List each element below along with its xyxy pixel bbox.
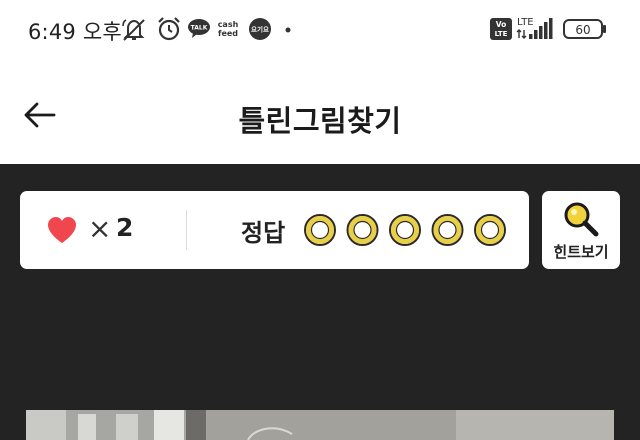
- yogiyo-icon: 요기요: [249, 18, 271, 40]
- app-bar: 틀린그림찾기: [0, 60, 640, 164]
- answer-slot-center: [395, 220, 415, 240]
- answer-slot-center: [353, 220, 372, 240]
- volte-icon: Vo LTE: [490, 18, 512, 40]
- lives-multiplier: ×: [88, 212, 112, 245]
- answer-slot-center: [310, 220, 330, 240]
- magnifier-icon: [564, 202, 599, 237]
- status-bar: 6:49 오후 TALK cash feed 요기요 Vo LTE LTE 60: [0, 0, 640, 60]
- divider: [186, 210, 187, 250]
- status-time: 6:49 오후: [28, 20, 122, 44]
- svg-text:LTE: LTE: [495, 30, 508, 38]
- score-panel: × 2 정답: [20, 191, 529, 269]
- answer-slot-center: [480, 220, 500, 240]
- svg-text:LTE: LTE: [517, 17, 534, 28]
- hint-label: 힌트보기: [553, 243, 609, 261]
- answer-slots: [304, 214, 506, 246]
- kakaotalk-icon: TALK: [188, 19, 210, 38]
- svg-text:cash: cash: [218, 20, 239, 29]
- alarm-icon: [158, 17, 180, 41]
- cashfeed-icon: cash feed: [218, 20, 239, 38]
- svg-text:TALK: TALK: [191, 25, 208, 32]
- lives-count: 2: [116, 213, 134, 242]
- hint-button[interactable]: 힌트보기: [542, 191, 620, 269]
- puzzle-image-preview: [26, 410, 614, 440]
- signal-icon: LTE: [516, 17, 553, 39]
- answer-slot-center: [438, 220, 457, 240]
- puzzle-image[interactable]: [26, 410, 614, 440]
- battery-icon: 60: [563, 19, 606, 39]
- game-area: × 2 정답 힌트보기: [0, 164, 640, 440]
- svg-text:feed: feed: [218, 29, 238, 38]
- svg-text:60: 60: [575, 23, 590, 37]
- dot-icon: [285, 27, 291, 33]
- svg-text:요기요: 요기요: [251, 25, 269, 34]
- svg-text:Vo: Vo: [496, 20, 507, 29]
- answer-label: 정답: [241, 219, 286, 247]
- page-title: 틀린그림찾기: [238, 104, 402, 138]
- mute-notifications-icon: [122, 19, 145, 41]
- heart-icon: [48, 217, 76, 243]
